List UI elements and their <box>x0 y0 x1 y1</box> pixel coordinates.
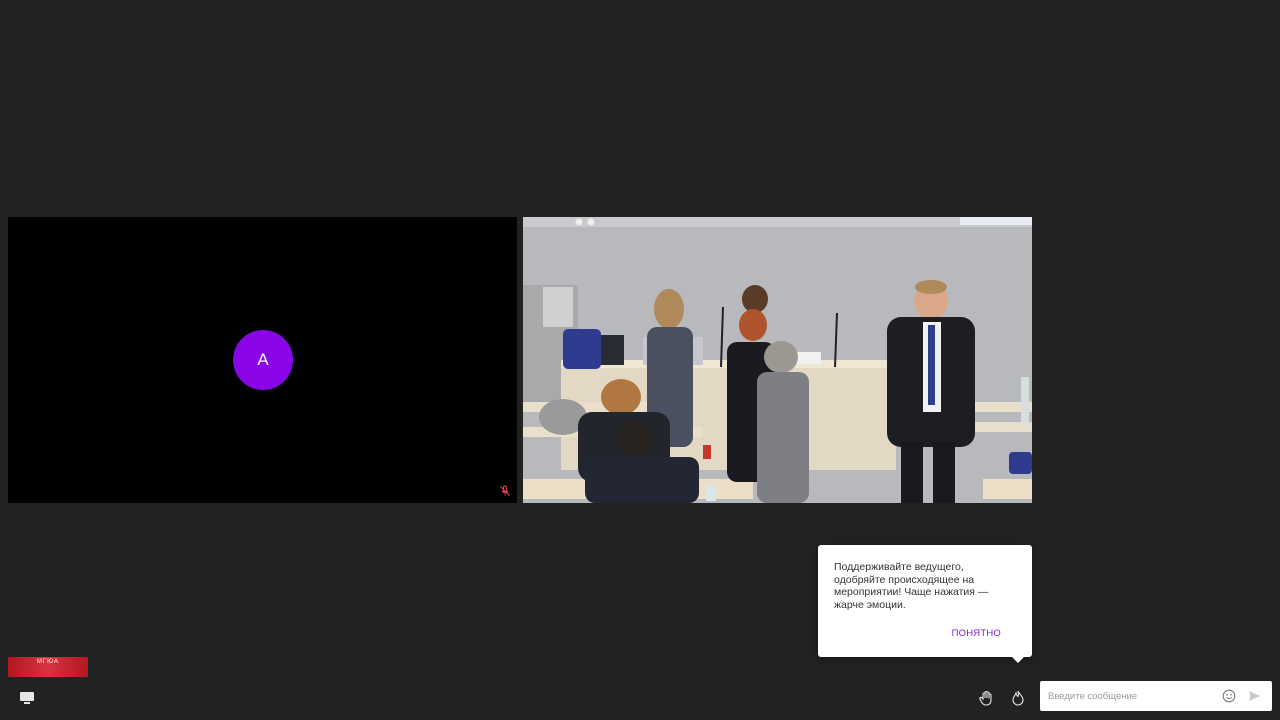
emoji-icon[interactable] <box>1222 689 1236 703</box>
event-logo: МГЮА <box>8 657 88 677</box>
screen-share-icon[interactable] <box>18 689 36 707</box>
send-icon[interactable] <box>1248 690 1261 702</box>
tooltip-ok-button[interactable]: Понятно <box>952 628 1001 639</box>
tooltip-text: Поддерживайте ведущего, одобряйте происх… <box>834 561 989 611</box>
conference-stage: А Поддерживайте ведущего, одобряйте прои… <box>0 0 1280 720</box>
video-stream-tile[interactable] <box>523 217 1032 503</box>
reactions-tooltip: Поддерживайте ведущего, одобряйте происх… <box>818 545 1032 663</box>
fire-reaction-button[interactable] <box>1006 686 1030 710</box>
raise-hand-icon <box>979 690 992 706</box>
participant-tile[interactable]: А <box>8 217 517 503</box>
conference-video-frame <box>523 217 1032 503</box>
logo-text: МГЮА <box>36 659 60 665</box>
fire-icon <box>1012 690 1024 706</box>
mic-off-icon <box>500 485 510 496</box>
chat-message-input[interactable] <box>1040 681 1218 711</box>
participant-avatar: А <box>233 330 293 390</box>
raise-hand-button[interactable] <box>975 686 999 710</box>
chat-input-bar <box>1040 681 1272 711</box>
